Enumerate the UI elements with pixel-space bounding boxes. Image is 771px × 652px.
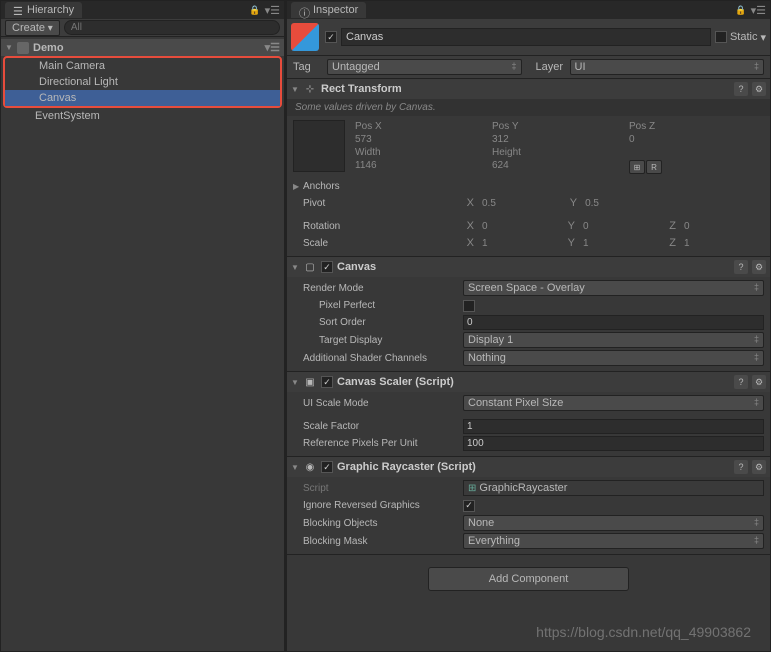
scene-icon xyxy=(17,42,29,54)
canvas-scaler-header[interactable]: ▼ ▣ Canvas Scaler (Script) ? ⚙ xyxy=(287,372,770,392)
raw-edit-button[interactable]: R xyxy=(646,160,662,174)
static-dropdown-icon[interactable]: ▾ xyxy=(760,31,766,44)
lock-icon[interactable] xyxy=(249,4,260,16)
hierarchy-item-canvas[interactable]: Canvas xyxy=(5,90,280,106)
graphic-raycaster-icon: ◉ xyxy=(303,460,317,474)
hierarchy-tab-label: Hierarchy xyxy=(27,4,74,16)
scene-menu-icon[interactable]: ▾☰ xyxy=(265,41,280,54)
anchors-foldout[interactable]: ▶ xyxy=(293,182,301,191)
inspector-icon: ⓘ xyxy=(299,5,309,15)
hierarchy-item-directional-light[interactable]: Directional Light xyxy=(5,74,280,90)
canvas-scaler-enabled-checkbox[interactable] xyxy=(321,376,333,388)
graphic-raycaster-enabled-checkbox[interactable] xyxy=(321,461,333,473)
static-checkbox[interactable] xyxy=(715,31,727,43)
active-checkbox[interactable] xyxy=(325,31,337,43)
driven-message: Some values driven by Canvas. xyxy=(287,99,770,116)
gameobject-icon[interactable] xyxy=(291,23,319,51)
watermark-text: https://blog.csdn.net/qq_49903862 xyxy=(536,624,751,640)
tag-dropdown[interactable]: Untagged xyxy=(327,59,522,75)
hierarchy-item-eventsystem[interactable]: EventSystem xyxy=(1,108,284,124)
render-mode-dropdown[interactable]: Screen Space - Overlay xyxy=(463,280,764,296)
layer-dropdown[interactable]: UI xyxy=(570,59,765,75)
rect-transform-header[interactable]: ▼ ⊹ Rect Transform ? ⚙ xyxy=(287,79,770,99)
hierarchy-search-input[interactable] xyxy=(64,20,280,35)
sort-order-input[interactable] xyxy=(463,315,764,330)
scene-root[interactable]: ▼ Demo ▾☰ xyxy=(1,39,284,56)
blocking-objects-dropdown[interactable]: None xyxy=(463,515,764,531)
ignore-reversed-checkbox[interactable] xyxy=(463,500,475,512)
script-reference[interactable]: GraphicRaycaster xyxy=(463,480,764,496)
rect-transform-icon: ⊹ xyxy=(303,82,317,96)
static-label: Static xyxy=(730,31,758,43)
create-button[interactable]: Create ▾ xyxy=(5,20,60,36)
gameobject-name-input[interactable] xyxy=(341,28,711,46)
gear-icon[interactable]: ⚙ xyxy=(752,82,766,96)
blueprint-button[interactable]: ⊞ xyxy=(629,160,645,174)
inspector-tab[interactable]: ⓘ Inspector xyxy=(291,2,366,18)
canvas-component-header[interactable]: ▼ ▢ Canvas ? ⚙ xyxy=(287,257,770,277)
canvas-scaler-icon: ▣ xyxy=(303,375,317,389)
gear-icon[interactable]: ⚙ xyxy=(752,375,766,389)
inspector-tab-label: Inspector xyxy=(313,4,358,16)
gear-icon[interactable]: ⚙ xyxy=(752,460,766,474)
panel-menu-icon[interactable]: ▾☰ xyxy=(265,4,280,17)
tag-label: Tag xyxy=(293,61,321,73)
lock-icon[interactable] xyxy=(735,4,746,16)
hierarchy-item-main-camera[interactable]: Main Camera xyxy=(5,58,280,74)
layer-label: Layer xyxy=(528,61,564,73)
pixel-perfect-checkbox[interactable] xyxy=(463,300,475,312)
gear-icon[interactable]: ⚙ xyxy=(752,260,766,274)
canvas-enabled-checkbox[interactable] xyxy=(321,261,333,273)
expand-arrow-icon[interactable]: ▼ xyxy=(5,43,13,52)
addl-shader-dropdown[interactable]: Nothing xyxy=(463,350,764,366)
help-icon[interactable]: ? xyxy=(734,260,748,274)
graphic-raycaster-header[interactable]: ▼ ◉ Graphic Raycaster (Script) ? ⚙ xyxy=(287,457,770,477)
scale-factor-input[interactable] xyxy=(463,419,764,434)
ui-scale-mode-dropdown[interactable]: Constant Pixel Size xyxy=(463,395,764,411)
target-display-dropdown[interactable]: Display 1 xyxy=(463,332,764,348)
add-component-button[interactable]: Add Component xyxy=(428,567,630,591)
help-icon[interactable]: ? xyxy=(734,460,748,474)
help-icon[interactable]: ? xyxy=(734,375,748,389)
panel-menu-icon[interactable]: ▾☰ xyxy=(751,4,766,17)
scene-name: Demo xyxy=(33,42,64,54)
help-icon[interactable]: ? xyxy=(734,82,748,96)
blocking-mask-dropdown[interactable]: Everything xyxy=(463,533,764,549)
anchor-preset-button[interactable] xyxy=(293,120,345,172)
hierarchy-icon: ☰ xyxy=(13,5,23,15)
hierarchy-tab[interactable]: ☰ Hierarchy xyxy=(5,2,82,18)
canvas-icon: ▢ xyxy=(303,260,317,274)
hierarchy-tree: ▼ Demo ▾☰ Main Camera Directional Light … xyxy=(1,37,284,651)
ref-pixels-input[interactable] xyxy=(463,436,764,451)
